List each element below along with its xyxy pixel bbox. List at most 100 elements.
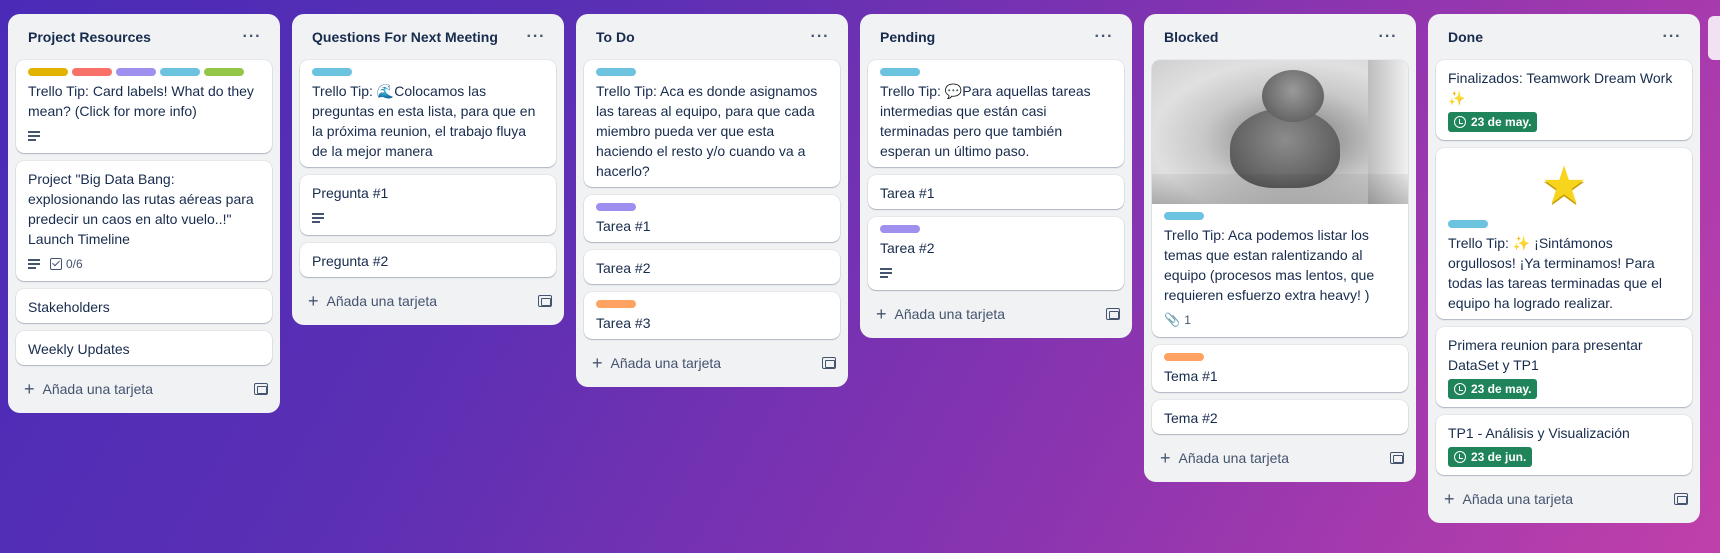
- card[interactable]: Trello Tip: 💬Para aquellas tareas interm…: [868, 60, 1124, 167]
- list-header[interactable]: Questions For Next Meeting ···: [300, 14, 556, 60]
- card-title: Tema #2: [1164, 410, 1218, 426]
- card[interactable]: Finalizados: Teamwork Dream Work ✨ 23 de…: [1436, 60, 1692, 140]
- card[interactable]: Trello Tip: Card labels! What do they me…: [16, 60, 272, 153]
- checklist-badge: 0/6: [50, 257, 83, 271]
- card-title: Trello Tip: Card labels! What do they me…: [28, 83, 254, 119]
- list-menu-icon[interactable]: ···: [238, 23, 266, 51]
- add-card-button[interactable]: + Añada una tarjeta: [1444, 490, 1573, 508]
- card[interactable]: Trello Tip: 🌊Colocamos las preguntas en …: [300, 60, 556, 167]
- card[interactable]: Pregunta #2: [300, 243, 556, 277]
- card-title: Pregunta #2: [312, 253, 389, 269]
- card[interactable]: Stakeholders: [16, 289, 272, 323]
- list-title[interactable]: Questions For Next Meeting: [312, 29, 498, 45]
- label-orange[interactable]: [1164, 353, 1204, 361]
- due-date-text: 23 de may.: [1471, 115, 1532, 129]
- label-teal[interactable]: [160, 68, 200, 76]
- list-header[interactable]: To Do ···: [584, 14, 840, 60]
- list-header[interactable]: Project Resources ···: [16, 14, 272, 60]
- add-card-button[interactable]: + Añada una tarjeta: [876, 305, 1005, 323]
- card-title: Finalizados: Teamwork Dream Work ✨: [1448, 70, 1673, 106]
- card-title: Trello Tip: Aca podemos listar los temas…: [1164, 227, 1375, 303]
- card-template-icon[interactable]: [822, 357, 836, 369]
- card[interactable]: TP1 - Análisis y Visualización 23 de jun…: [1436, 415, 1692, 475]
- due-date-badge[interactable]: 23 de may.: [1448, 379, 1538, 399]
- add-card-button[interactable]: + Añada una tarjeta: [24, 380, 153, 398]
- list-menu-icon[interactable]: ···: [1658, 23, 1686, 51]
- card[interactable]: Tarea #1: [868, 175, 1124, 209]
- card-template-icon[interactable]: [1674, 493, 1688, 505]
- add-list-button[interactable]: [1708, 16, 1720, 60]
- label-teal[interactable]: [1164, 212, 1204, 220]
- list-menu-icon[interactable]: ···: [1374, 23, 1402, 51]
- due-date-badge[interactable]: 23 de may.: [1448, 112, 1538, 132]
- label-yellow[interactable]: [28, 68, 68, 76]
- add-card-row: + Añada una tarjeta: [1436, 483, 1692, 515]
- card[interactable]: Trello Tip: Aca es donde asignamos las t…: [584, 60, 840, 187]
- list-blocked: Blocked ··· Trello Tip: Aca podemos list…: [1144, 14, 1416, 482]
- card-sticker: ★: [1448, 156, 1680, 220]
- card[interactable]: Tarea #2: [868, 217, 1124, 290]
- plus-icon: +: [1160, 448, 1171, 468]
- add-card-label: Añada una tarjeta: [610, 355, 722, 371]
- label-teal[interactable]: [880, 68, 920, 76]
- list-title[interactable]: Done: [1448, 29, 1483, 45]
- label-red[interactable]: [72, 68, 112, 76]
- list-header[interactable]: Blocked ···: [1152, 14, 1408, 60]
- card[interactable]: Primera reunion para presentar DataSet y…: [1436, 327, 1692, 407]
- list-menu-icon[interactable]: ···: [806, 23, 834, 51]
- card-title: Trello Tip: ✨ ¡Sintámonos orgullosos! ¡Y…: [1448, 235, 1663, 311]
- checklist-count: 0/6: [66, 257, 83, 271]
- due-date-badge[interactable]: 23 de jun.: [1448, 447, 1533, 467]
- list-done: Done ··· Finalizados: Teamwork Dream Wor…: [1428, 14, 1700, 523]
- add-card-button[interactable]: + Añada una tarjeta: [1160, 449, 1289, 467]
- card[interactable]: Tarea #1: [584, 195, 840, 242]
- card-template-icon[interactable]: [1106, 308, 1120, 320]
- card-title: Tarea #2: [596, 260, 651, 276]
- list-header[interactable]: Pending ···: [868, 14, 1124, 60]
- card[interactable]: Tema #2: [1152, 400, 1408, 434]
- card-title: Trello Tip: 🌊Colocamos las preguntas en …: [312, 83, 536, 159]
- list-title[interactable]: Pending: [880, 29, 935, 45]
- label-purple[interactable]: [880, 225, 920, 233]
- card[interactable]: Tema #1: [1152, 345, 1408, 392]
- label-orange[interactable]: [596, 300, 636, 308]
- card-template-icon[interactable]: [1390, 452, 1404, 464]
- description-icon: [28, 259, 40, 269]
- label-teal[interactable]: [1448, 220, 1488, 228]
- card-cover-cat-photo: [1152, 60, 1408, 204]
- card-title: Stakeholders: [28, 299, 110, 315]
- card[interactable]: Project "Big Data Bang: explosionando la…: [16, 161, 272, 281]
- add-card-label: Añada una tarjeta: [894, 306, 1006, 322]
- label-purple[interactable]: [116, 68, 156, 76]
- card-title: TP1 - Análisis y Visualización: [1448, 425, 1630, 441]
- card-labels[interactable]: [28, 68, 260, 76]
- card[interactable]: Trello Tip: Aca podemos listar los temas…: [1152, 60, 1408, 337]
- add-card-label: Añada una tarjeta: [1178, 450, 1290, 466]
- add-card-button[interactable]: + Añada una tarjeta: [308, 292, 437, 310]
- card[interactable]: Tarea #3: [584, 292, 840, 339]
- card-template-icon[interactable]: [254, 383, 268, 395]
- list-menu-icon[interactable]: ···: [522, 23, 550, 51]
- label-teal[interactable]: [596, 68, 636, 76]
- card-title: Weekly Updates: [28, 341, 130, 357]
- add-card-button[interactable]: + Añada una tarjeta: [592, 354, 721, 372]
- description-icon: [28, 131, 40, 141]
- add-card-row: + Añada una tarjeta: [584, 347, 840, 379]
- card[interactable]: ★ Trello Tip: ✨ ¡Sintámonos orgullosos! …: [1436, 148, 1692, 319]
- card-title: Trello Tip: Aca es donde asignamos las t…: [596, 83, 818, 179]
- card-title: Trello Tip: 💬Para aquellas tareas interm…: [880, 83, 1091, 159]
- card[interactable]: Pregunta #1: [300, 175, 556, 235]
- card[interactable]: Tarea #2: [584, 250, 840, 284]
- list-menu-icon[interactable]: ···: [1090, 23, 1118, 51]
- attachment-badge: 📎 1: [1164, 312, 1191, 328]
- list-title[interactable]: Project Resources: [28, 29, 151, 45]
- card[interactable]: Weekly Updates: [16, 331, 272, 365]
- list-title[interactable]: Blocked: [1164, 29, 1218, 45]
- list-title[interactable]: To Do: [596, 29, 635, 45]
- label-teal[interactable]: [312, 68, 352, 76]
- label-purple[interactable]: [596, 203, 636, 211]
- label-green[interactable]: [204, 68, 244, 76]
- list-header[interactable]: Done ···: [1436, 14, 1692, 60]
- card-template-icon[interactable]: [538, 295, 552, 307]
- add-card-row: + Añada una tarjeta: [16, 373, 272, 405]
